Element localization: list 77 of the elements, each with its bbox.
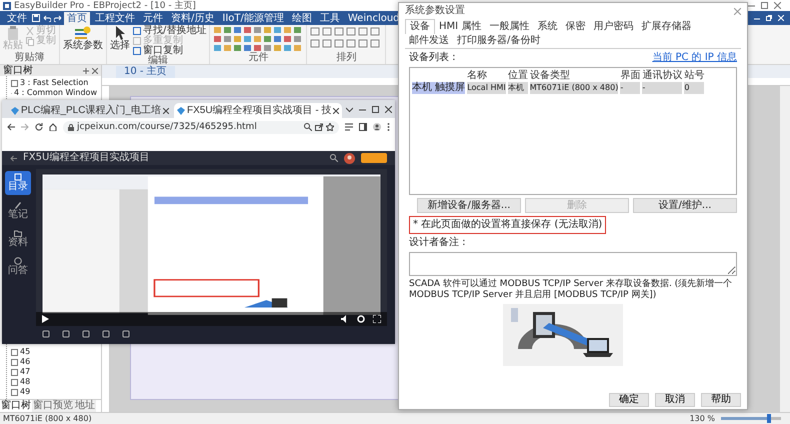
dialog-tab[interactable]: 打印服务器/备份时	[453, 34, 544, 48]
menu-item[interactable]: 元件	[140, 12, 166, 24]
column-header: 站号	[684, 70, 704, 82]
tree-item[interactable]: 48	[20, 377, 30, 387]
tree-item[interactable]: 47	[20, 367, 30, 377]
group-label: 剪贴簿	[14, 53, 46, 63]
menu-item[interactable]: 绘图	[288, 12, 315, 24]
ip-info-link[interactable]: 当前 PC 的 IP 信息	[652, 52, 737, 64]
list-label: 设备列表 :	[409, 52, 456, 64]
select-button[interactable]: 选择	[110, 26, 130, 52]
tree-item[interactable]: 45	[20, 347, 30, 357]
table-cell: -	[620, 82, 640, 94]
nav-item[interactable]: 笔记	[5, 199, 31, 223]
menu-item[interactable]: 工具	[316, 12, 343, 24]
remark-label: 设计者备注 :	[409, 237, 467, 249]
dialog-tab[interactable]: 用户密码	[589, 19, 638, 34]
tree-item[interactable]: 4 : Common Window	[14, 88, 97, 98]
dialog-button[interactable]: 设置/维护...	[633, 198, 737, 213]
dialog-tab[interactable]: 系统	[533, 19, 562, 34]
document-tab[interactable]: 10 - 主页	[116, 66, 175, 78]
browser-tab[interactable]: PLC编程_PLC课程入门_电工培	[8, 103, 172, 118]
panel-tab[interactable]: 地址	[74, 400, 96, 412]
nav-item[interactable]: 资料	[5, 227, 31, 251]
menu-item[interactable]: 资料/历史	[168, 12, 218, 24]
dialog-tab[interactable]: 扩展存储器	[637, 19, 696, 34]
table-cell: 0	[684, 82, 704, 94]
dialog-title: 系统参数设置	[405, 5, 465, 17]
menu-item[interactable]: 首页	[64, 12, 90, 24]
dialog-button[interactable]: 新增设备/服务器...	[417, 198, 521, 213]
status-text: MT6071iE (800 x 480)	[3, 412, 92, 424]
footer-button[interactable]: 帮助	[701, 393, 741, 407]
tree-item[interactable]: 3 : Fast Selection	[20, 78, 88, 88]
group-label: 元件	[247, 53, 270, 63]
table-cell: MT6071iE (800 x 480)	[530, 82, 618, 94]
column-header: 名称	[467, 70, 488, 82]
nav-item[interactable]: 目录	[5, 171, 31, 195]
column-header: 设备类型	[530, 70, 571, 82]
tree-item[interactable]: 49	[20, 387, 30, 397]
column-header: 位置	[508, 70, 528, 82]
footer-button[interactable]: 确定	[609, 393, 649, 407]
tab-title: FX5U编程全程项目实战项目 - 技	[187, 104, 332, 116]
menu-item[interactable]: 文件	[4, 12, 30, 24]
table-cell: 本机 触摸屏	[412, 82, 466, 94]
zoom-level: 130 %	[690, 412, 715, 424]
group-label: 排列	[335, 53, 358, 63]
table-cell: -	[642, 82, 682, 94]
panel-tab[interactable]: 窗口预览	[32, 400, 74, 412]
tool-button[interactable]: 寻找/替换地址	[133, 26, 206, 36]
panel-title: 窗口树	[3, 64, 33, 76]
url-text: jcpeixun.com/course/7325/465295.html	[77, 121, 257, 133]
panel-tab[interactable]: 窗口树	[0, 400, 32, 412]
note-text: * 在此页面做的设置将直接保存 (无法取消)	[413, 219, 602, 230]
tree-item[interactable]: 46	[20, 357, 30, 367]
footer-button[interactable]: 取消	[655, 393, 695, 407]
table-cell: 本机	[508, 82, 528, 94]
column-header: 通讯协议	[642, 70, 682, 82]
device-list[interactable]: 名称 位置 设备类型 界面 通讯协议 站号 本机 触摸屏 Local HMI 本机 MT6071iE (800 x 480) - - 0	[409, 67, 737, 195]
dialog-tab[interactable]: 邮件发送	[405, 34, 453, 48]
nav-item[interactable]: 问答	[5, 255, 31, 279]
tab-title: PLC编程_PLC课程入门_电工培	[21, 104, 162, 116]
table-cell: Local HMI	[467, 82, 506, 94]
column-header: 界面	[620, 70, 640, 82]
dialog-tab[interactable]: 一般属性	[485, 19, 534, 34]
menu-item[interactable]: 工程文件	[92, 12, 138, 24]
dialog-tab[interactable]: 保密	[561, 19, 590, 34]
address-bar[interactable]: jcpeixun.com/course/7325/465295.html	[63, 120, 339, 134]
browser-tab[interactable]: FX5U编程全程项目实战项目 - 技	[174, 103, 342, 118]
tool-button[interactable]: 窗口复制	[133, 46, 206, 56]
course-title: FX5U编程全程项目实战项目	[23, 152, 150, 164]
dialog-tab[interactable]: 设备	[405, 19, 435, 34]
system-parameters-button[interactable]: 系统参数	[63, 26, 103, 52]
description-text: SCADA 软件可以通过 MODBUS TCP/IP Server 来存取设备数据. (须先新增一个 MODBUS TCP/IP Server 并且启用 [MODBUS TCP/IP 网关])	[409, 279, 734, 301]
group-label: 编辑	[147, 56, 170, 64]
menu-item[interactable]: IIoT/能源管理	[219, 12, 287, 24]
menu-item[interactable]: Weincloud	[344, 12, 403, 24]
window-title: EasyBuilder Pro - EBProject2 - [10 - 主页]	[14, 0, 196, 12]
dialog-tab[interactable]: HMI 属性	[435, 19, 486, 34]
